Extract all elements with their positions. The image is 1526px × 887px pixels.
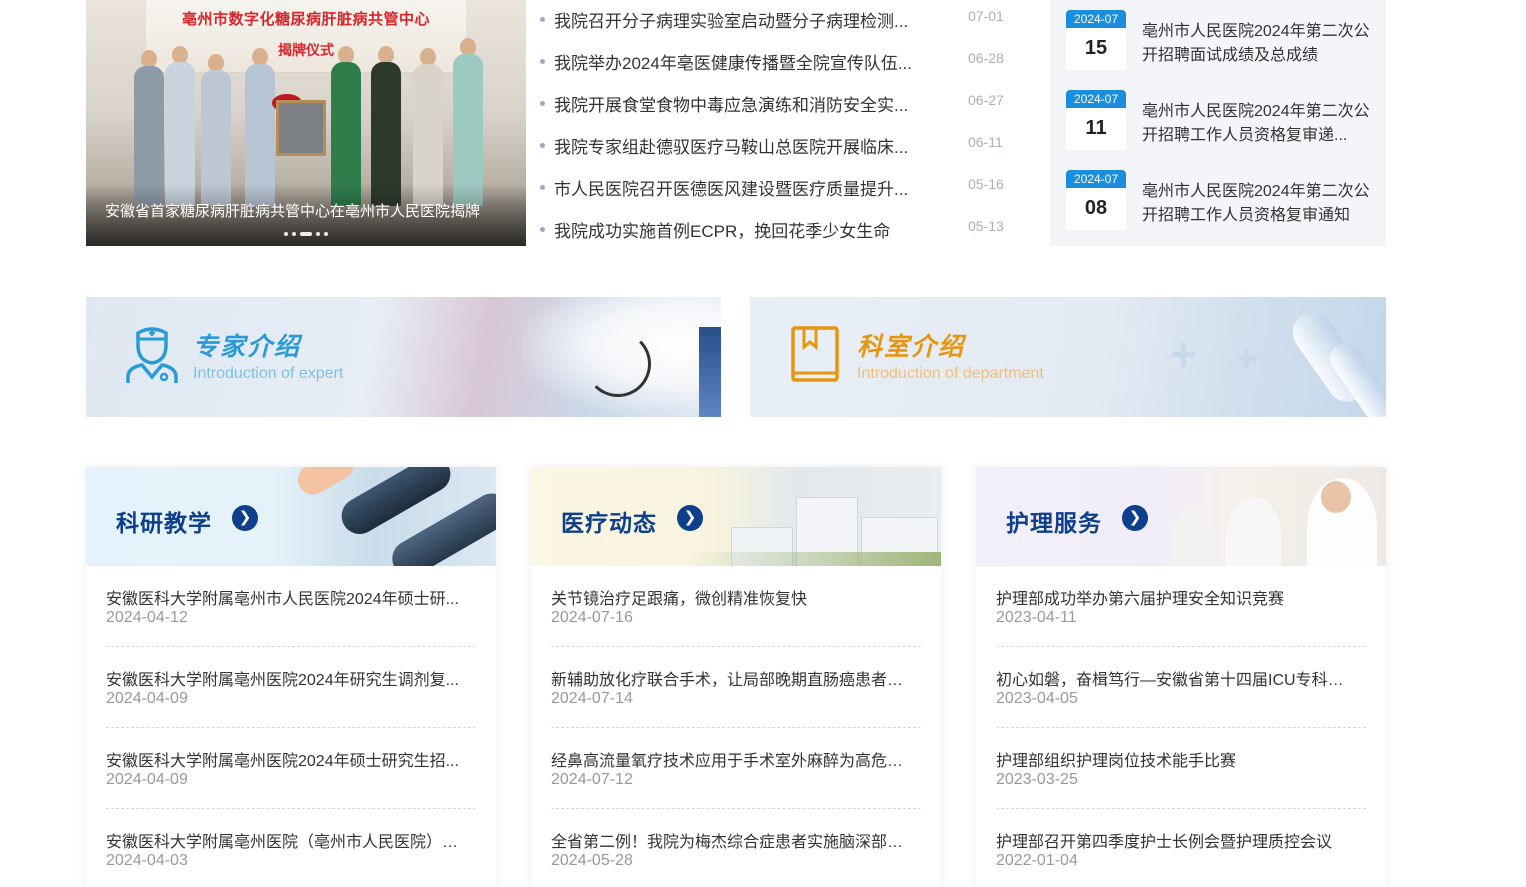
calendar-month: 2024-07 [1066,10,1126,28]
news-title[interactable]: 我院成功实施首例ECPR，挽回花季少女生命 [554,217,939,242]
calendar-month: 2024-07 [1066,90,1126,108]
news-item[interactable]: 我院成功实施首例ECPR，挽回花季少女生命 05-13 [540,217,1010,243]
news-item[interactable]: 市人民医院召开医德医风建设暨医疗质量提升... 05-16 [540,175,1010,201]
list-item[interactable]: 初心如磐，奋楫笃行—安徽省第十四届ICU专科护... 2023-04-05 [996,548,1366,707]
medical-item-date: 2024-05-28 [551,852,633,869]
news-date: 06-28 [968,50,1004,66]
medical-cross-icon: + [1235,337,1259,381]
news-date: 05-16 [968,176,1004,192]
nursing-card: 护理服务 ❯ 护理部成功举办第六届护理安全知识竞赛 2023-04-11 初心如… [976,467,1386,887]
research-item-date: 2024-04-03 [106,852,188,869]
department-intro-title[interactable]: 科室介绍 [857,327,965,363]
list-item[interactable]: 护理部成功举办第六届护理安全知识竞赛 2023-04-11 [996,467,1366,626]
news-item[interactable]: 我院举办2024年亳医健康传播暨全院宣传队伍... 06-28 [540,49,1010,75]
notice-title[interactable]: 亳州市人民医院2024年第二次公开招聘工作人员资格复审通知 [1142,180,1372,228]
nursing-item-date: 2022-01-04 [996,852,1078,869]
calendar-badge: 2024-07 15 [1066,10,1126,70]
list-item[interactable]: 安徽医科大学附属亳州医院2024年研究生调剂复... 2024-04-09 [106,548,476,707]
notice-item[interactable]: 2024-07 11 亳州市人民医院2024年第二次公开招聘工作人员资格复审递.… [1066,90,1376,150]
news-title[interactable]: 我院专家组赴德驭医疗马鞍山总医院开展临床... [554,133,939,158]
list-item[interactable]: 安徽医科大学附属亳州医院2024年硕士研究生招... 2024-04-09 [106,629,476,788]
research-card: 科研教学 ❯ 安徽医科大学附属亳州市人民医院2024年硕士研... 2024-0… [86,467,496,887]
news-carousel[interactable]: 亳州市数字化糖尿病肝脏病共管中心 揭牌仪式 安徽省首家糖尿病肝脏病共管中心在亳州… [86,0,526,246]
carousel-dot[interactable] [284,232,288,236]
news-item[interactable]: 我院开展食堂食物中毒应急演练和消防安全实... 06-27 [540,91,1010,117]
calendar-badge: 2024-07 11 [1066,90,1126,150]
news-date: 06-27 [968,92,1004,108]
carousel-dot-active[interactable] [300,232,312,236]
department-intro-banner[interactable]: + + 科室介绍 Introduction of department [750,297,1386,417]
notice-panel: 2024-07 15 亳州市人民医院2024年第二次公开招聘面试成绩及总成绩 2… [1050,0,1386,246]
department-intro-subtitle: Introduction of department [857,365,1044,382]
medical-card: 医疗动态 ❯ 关节镜治疗足跟痛，微创精准恢复快 2024-07-16 新辅助放化… [531,467,941,887]
bullet-icon [540,227,545,232]
carousel-pagination [284,231,328,237]
bullet-icon [540,17,545,22]
divider [106,808,476,809]
news-title[interactable]: 市人民医院召开医德医风建设暨医疗质量提升... [554,175,939,200]
notice-title[interactable]: 亳州市人民医院2024年第二次公开招聘工作人员资格复审递... [1142,100,1372,148]
book-icon [791,326,839,382]
list-item[interactable]: 护理部召开第四季度护士长例会暨护理质控会议 2022-01-04 [996,710,1366,869]
carousel-dot[interactable] [292,232,296,236]
carousel-banner-wall: 亳州市数字化糖尿病肝脏病共管中心 揭牌仪式 [146,0,466,73]
stethoscope-image [585,331,651,397]
list-item[interactable]: 关节镜治疗足跟痛，微创精准恢复快 2024-07-16 [551,467,921,626]
divider [996,808,1366,809]
carousel-banner-subtitle: 揭牌仪式 [278,42,334,58]
news-title[interactable]: 我院举办2024年亳医健康传播暨全院宣传队伍... [554,49,939,74]
divider [551,808,921,809]
expert-intro-title[interactable]: 专家介绍 [193,327,301,363]
news-date: 07-01 [968,8,1004,24]
notice-item[interactable]: 2024-07 08 亳州市人民医院2024年第二次公开招聘工作人员资格复审通知 [1066,170,1376,230]
expert-intro-subtitle: Introduction of expert [193,365,344,382]
carousel-caption[interactable]: 安徽省首家糖尿病肝脏病共管中心在亳州市人民医院揭牌 [105,200,480,221]
list-item[interactable]: 安徽医科大学附属亳州医院（亳州市人民医院）20... 2024-04-03 [106,710,476,869]
list-item[interactable]: 经鼻高流量氧疗技术应用于手术室外麻醉为高危患... 2024-07-12 [551,629,921,788]
news-item[interactable]: 我院专家组赴德驭医疗马鞍山总医院开展临床... 06-11 [540,133,1010,159]
news-title[interactable]: 我院召开分子病理实验室启动暨分子病理检测... [554,7,939,32]
carousel-banner-title: 亳州市数字化糖尿病肝脏病共管中心 [181,11,430,28]
research-item-title[interactable]: 安徽医科大学附属亳州医院（亳州市人民医院）20... [106,828,466,852]
calendar-day: 11 [1085,117,1107,139]
bullet-icon [540,185,545,190]
medical-cross-icon: + [1170,328,1197,380]
news-date: 05-13 [968,218,1004,234]
carousel-plaque [276,100,326,156]
news-date: 06-11 [968,134,1003,150]
list-item[interactable]: 新辅助放化疗联合手术，让局部晚期直肠癌患者获... 2024-07-14 [551,548,921,707]
notice-item[interactable]: 2024-07 15 亳州市人民医院2024年第二次公开招聘面试成绩及总成绩 [1066,10,1376,70]
calendar-day: 08 [1084,197,1108,219]
expert-intro-banner[interactable]: 专家介绍 Introduction of expert [86,297,721,417]
calendar-badge: 2024-07 08 [1066,170,1126,230]
bullet-icon [540,101,545,106]
carousel-dot[interactable] [324,232,328,236]
news-item[interactable]: 我院召开分子病理实验室启动暨分子病理检测... 07-01 [540,7,1010,33]
calendar-month: 2024-07 [1066,170,1126,188]
list-item[interactable]: 全省第二例！我院为梅杰综合症患者实施脑深部电... 2024-05-28 [551,710,921,869]
bullet-icon [540,143,545,148]
medical-item-title[interactable]: 全省第二例！我院为梅杰综合症患者实施脑深部电... [551,828,911,852]
nursing-item-title[interactable]: 护理部召开第四季度护士长例会暨护理质控会议 [996,828,1356,852]
list-item[interactable]: 护理部组织护理岗位技术能手比赛 2023-03-25 [996,629,1366,788]
carousel-dot[interactable] [316,232,320,236]
list-item[interactable]: 安徽医科大学附属亳州市人民医院2024年硕士研... 2024-04-12 [106,467,476,626]
calendar-day: 15 [1084,37,1108,59]
bullet-icon [540,59,545,64]
doctor-tie-image [699,327,721,417]
news-title[interactable]: 我院开展食堂食物中毒应急演练和消防安全实... [554,91,939,116]
notice-title[interactable]: 亳州市人民医院2024年第二次公开招聘面试成绩及总成绩 [1142,20,1372,68]
doctor-icon [126,327,178,383]
